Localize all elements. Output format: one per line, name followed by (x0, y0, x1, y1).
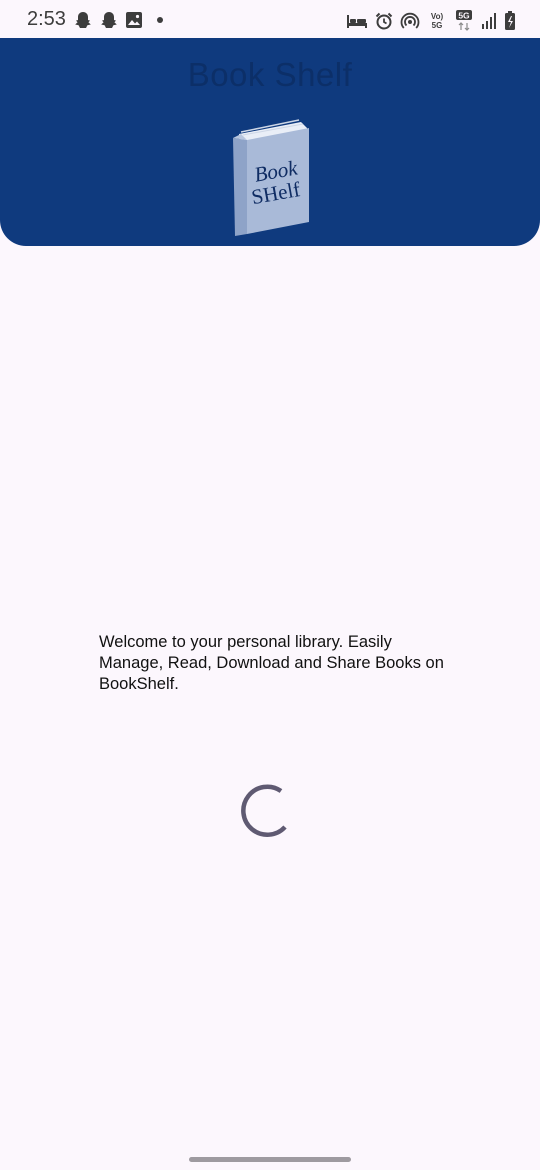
svg-text:Vo): Vo) (431, 12, 444, 21)
snapchat-icon (75, 12, 91, 28)
welcome-message: Welcome to your personal library. Easily… (99, 633, 444, 693)
svg-text:5G: 5G (432, 21, 443, 30)
status-left-icons (73, 11, 163, 29)
app-title: Book Shelf (187, 56, 353, 93)
loading-spinner (241, 784, 287, 837)
alarm-icon (375, 12, 393, 30)
status-bar: 2:53 Vo) 5G 5G (0, 0, 540, 38)
app-header: Book Shelf Book SHelf (0, 38, 540, 246)
volte-icon: Vo) 5G (431, 12, 444, 30)
5g-icon: 5G (456, 10, 472, 31)
image-icon (126, 12, 142, 28)
status-time: 2:53 (27, 8, 66, 30)
snapchat-icon (101, 12, 117, 28)
book-logo-icon: Book SHelf (233, 119, 309, 236)
bed-icon (347, 15, 367, 28)
signal-icon (482, 13, 496, 29)
battery-icon (505, 11, 515, 30)
svg-text:5G: 5G (458, 11, 470, 21)
status-right-icons: Vo) 5G 5G (346, 10, 516, 32)
home-indicator[interactable] (189, 1157, 351, 1162)
bookshelf-logo: Book SHelf (227, 118, 313, 238)
hotspot-icon (400, 12, 420, 29)
notification-dot (157, 17, 163, 23)
